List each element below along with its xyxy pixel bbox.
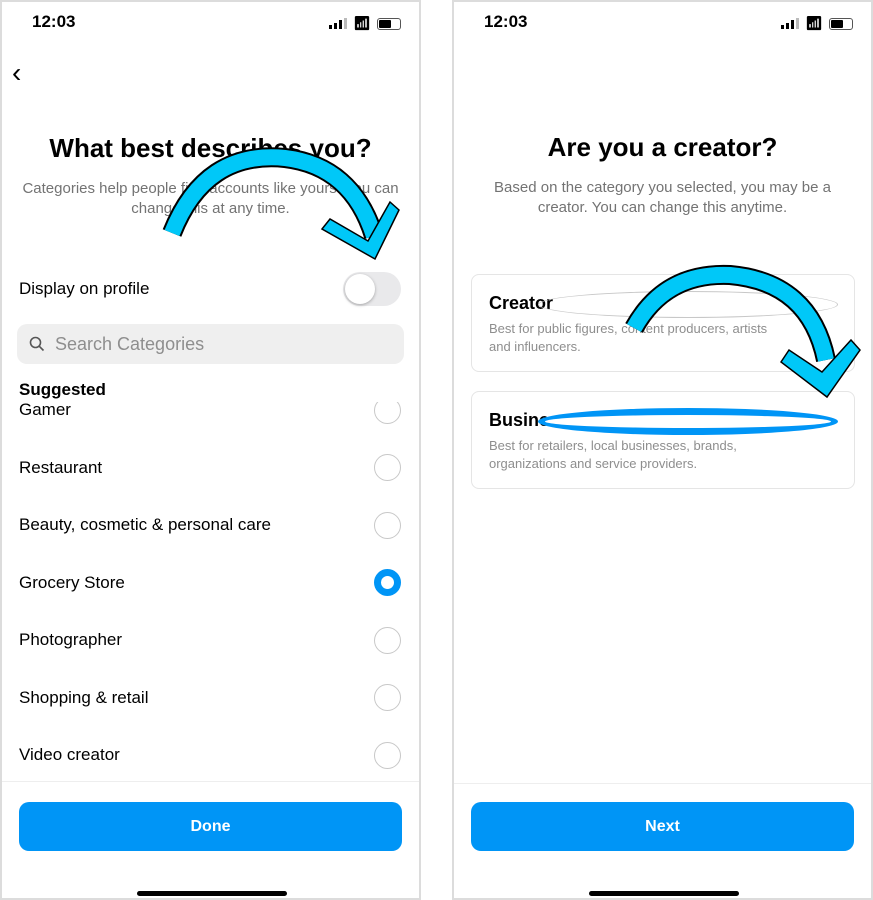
page-title: What best describes you? [49, 133, 372, 163]
account-type-option-business[interactable]: Business Best for retailers, local busine… [471, 391, 855, 489]
status-time: 12:03 [484, 12, 528, 31]
category-label: Beauty, cosmetic & personal care [19, 515, 271, 534]
category-radio[interactable] [374, 402, 401, 424]
option-description: Best for public figures, content produce… [489, 321, 768, 354]
status-icons: 📶︎ [781, 15, 853, 32]
category-list: Gamer Restaurant Beauty, cosmetic & person… [2, 402, 419, 782]
category-item[interactable]: Photographer [19, 620, 401, 660]
signal-icon [781, 18, 800, 29]
creator-screen: 12:03 📶︎ Are you a creator? Based on the… [452, 0, 873, 900]
wifi-icon: 📶︎ [353, 15, 371, 31]
signal-icon [329, 18, 348, 29]
back-chevron-icon[interactable]: ‹ [12, 57, 21, 89]
home-indicator [137, 891, 287, 896]
category-radio[interactable] [374, 511, 401, 539]
wifi-icon: 📶︎ [805, 15, 823, 31]
category-item[interactable]: Beauty, cosmetic & personal care [19, 505, 401, 545]
page-subtitle: Based on the category you selected, you … [494, 179, 831, 216]
account-type-option-creator[interactable]: Creator Best for public figures, content … [471, 274, 855, 372]
battery-icon [829, 17, 853, 30]
battery-icon [377, 17, 401, 30]
done-button[interactable]: Done [19, 802, 402, 851]
category-label: Video creator [19, 745, 120, 764]
search-icon [29, 336, 45, 352]
category-radio[interactable] [374, 626, 401, 654]
option-description: Best for retailers, local businesses, br… [489, 438, 737, 471]
category-label: Gamer [19, 402, 71, 419]
page-title: Are you a creator? [547, 132, 778, 162]
category-item[interactable]: Video creator [19, 735, 401, 775]
category-screen: 12:03 📶︎ ‹ What best describes you? Cate… [0, 0, 421, 900]
category-item[interactable]: Gamer [19, 402, 401, 430]
category-radio[interactable] [374, 569, 401, 596]
search-placeholder: Search Categories [55, 333, 205, 354]
category-label: Restaurant [19, 457, 103, 477]
category-item[interactable]: Shopping & retail [19, 678, 401, 718]
option-radio[interactable] [538, 408, 838, 435]
display-on-profile-label: Display on profile [19, 279, 150, 298]
search-input[interactable]: Search Categories [17, 324, 404, 364]
category-label: Grocery Store [19, 572, 125, 592]
status-time: 12:03 [32, 12, 76, 31]
category-radio[interactable] [374, 454, 401, 481]
next-button[interactable]: Next [471, 802, 854, 851]
page-subtitle: Categories help people find accounts lik… [22, 180, 399, 217]
category-item[interactable]: Grocery Store [19, 563, 401, 603]
display-on-profile-row: Display on profile [19, 269, 401, 309]
category-radio[interactable] [374, 684, 401, 711]
category-item[interactable]: Restaurant [19, 448, 401, 488]
category-radio[interactable] [374, 741, 401, 769]
category-label: Shopping & retail [19, 687, 149, 707]
status-icons: 📶︎ [329, 15, 401, 32]
home-indicator [589, 891, 739, 896]
section-heading: Suggested [19, 380, 106, 399]
option-radio[interactable] [538, 291, 838, 318]
category-label: Photographer [19, 630, 123, 649]
display-on-profile-toggle[interactable] [343, 272, 401, 306]
